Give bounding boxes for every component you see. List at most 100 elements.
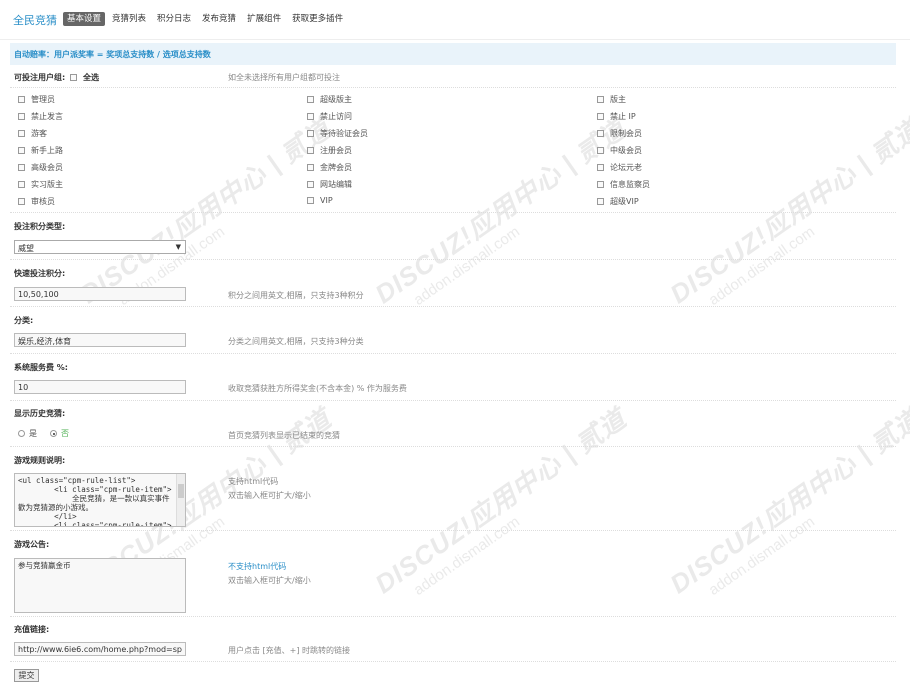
group-checkbox[interactable] <box>18 96 25 103</box>
group-option[interactable]: 游客 <box>18 128 63 145</box>
tab-extensions[interactable]: 扩展组件 <box>243 12 285 26</box>
group-option[interactable]: 注册会员 <box>307 145 368 162</box>
group-option[interactable]: 禁止 IP <box>597 111 650 128</box>
announcement-label: 游戏公告: <box>14 540 50 549</box>
group-option[interactable]: 审核员 <box>18 196 63 213</box>
credit-type-row: 投注积分类型: 威望 ▼ <box>10 213 896 260</box>
recharge-hint: 用户点击 [充值、+] 时跳转的链接 <box>228 646 351 655</box>
group-checkbox[interactable] <box>307 181 314 188</box>
tab-bar: 基本设置 竞猜列表 积分日志 发布竞猜 扩展组件 获取更多插件 <box>63 12 350 26</box>
group-checkbox[interactable] <box>18 147 25 154</box>
service-fee-input[interactable]: 10 <box>14 380 186 394</box>
service-fee-label: 系统服务费 %: <box>14 363 68 372</box>
submit-button[interactable]: 提交 <box>14 669 39 682</box>
group-option[interactable]: 论坛元老 <box>597 162 650 179</box>
service-fee-row: 系统服务费 %: 10 收取竞猜获胜方所得奖金(不含本金) % 作为服务费 <box>10 354 896 401</box>
announcement-row: 游戏公告: 参与竞猜赢金币 不支持html代码 双击输入框可扩大/缩小 <box>10 531 896 617</box>
group-option[interactable]: 高级会员 <box>18 162 63 179</box>
credit-type-select[interactable]: 威望 ▼ <box>14 240 186 254</box>
credit-type-label: 投注积分类型: <box>14 222 66 231</box>
group-option[interactable]: 限制会员 <box>597 128 650 145</box>
group-checkbox[interactable] <box>597 198 604 205</box>
group-checkbox[interactable] <box>307 197 314 204</box>
chevron-down-icon: ▼ <box>175 243 181 251</box>
category-row: 分类: 娱乐,经济,体育 分类之间用英文,相隔，只支持3种分类 <box>10 307 896 354</box>
group-checkbox[interactable] <box>18 113 25 120</box>
history-hint: 首页竞猜列表显示已结束的竞猜 <box>228 431 340 440</box>
brand-title[interactable]: 全民竞猜 <box>13 12 57 28</box>
select-all-checkbox[interactable] <box>70 74 77 81</box>
history-no-option[interactable]: 否 <box>50 428 69 439</box>
history-no-radio[interactable] <box>50 430 57 437</box>
select-all-option[interactable]: 全选 <box>70 72 99 83</box>
group-option[interactable]: 管理员 <box>18 94 63 111</box>
scrollbar-thumb[interactable] <box>178 484 184 498</box>
group-option[interactable]: 超级VIP <box>597 196 650 213</box>
groups-header-row: 可投注用户组: 全选 如全未选择所有用户组都可投注 <box>10 66 896 88</box>
quick-credits-input[interactable]: 10,50,100 <box>14 287 186 301</box>
rules-html-hint: 支持html代码 <box>228 477 279 486</box>
groups-hint: 如全未选择所有用户组都可投注 <box>228 73 340 82</box>
category-hint: 分类之间用英文,相隔，只支持3种分类 <box>228 337 364 346</box>
groups-label: 可投注用户组: <box>14 73 66 82</box>
groups-column-1: 管理员 禁止发言 游客 新手上路 高级会员 实习版主 审核员 <box>18 94 63 213</box>
group-checkbox[interactable] <box>18 181 25 188</box>
group-checkbox[interactable] <box>18 198 25 205</box>
history-label: 显示历史竞猜: <box>14 409 66 418</box>
group-option[interactable]: 禁止访问 <box>307 111 368 128</box>
recharge-row: 充值链接: http://www.6ie6.com/home.php?mod=s… <box>10 617 896 662</box>
quick-credits-label: 快速投注积分: <box>14 269 66 278</box>
group-checkbox[interactable] <box>597 147 604 154</box>
group-option[interactable]: 金牌会员 <box>307 162 368 179</box>
rules-resize-hint: 双击输入框可扩大/缩小 <box>228 491 311 500</box>
service-fee-hint: 收取竞猜获胜方所得奖金(不含本金) % 作为服务费 <box>228 384 407 393</box>
announcement-textarea[interactable]: 参与竞猜赢金币 <box>14 558 186 613</box>
group-option[interactable]: 网站编辑 <box>307 179 368 196</box>
group-checkbox[interactable] <box>307 147 314 154</box>
recharge-label: 充值链接: <box>14 625 50 634</box>
announcement-resize-hint: 双击输入框可扩大/缩小 <box>228 576 311 585</box>
tab-credit-log[interactable]: 积分日志 <box>153 12 195 26</box>
scrollbar[interactable] <box>176 474 185 526</box>
group-option[interactable]: 实习版主 <box>18 179 63 196</box>
group-checkbox[interactable] <box>597 164 604 171</box>
group-option[interactable]: 中级会员 <box>597 145 650 162</box>
group-checkbox[interactable] <box>307 164 314 171</box>
tab-guess-list[interactable]: 竞猜列表 <box>108 12 150 26</box>
announcement-html-hint: 不支持html代码 <box>228 562 287 571</box>
category-label: 分类: <box>14 316 34 325</box>
quick-credits-hint: 积分之间用英文,相隔，只支持3种积分 <box>228 291 364 300</box>
quick-credits-row: 快速投注积分: 10,50,100 积分之间用英文,相隔，只支持3种积分 <box>10 260 896 307</box>
group-option[interactable]: 版主 <box>597 94 650 111</box>
group-checkbox[interactable] <box>307 130 314 137</box>
group-option[interactable]: 等待验证会员 <box>307 128 368 145</box>
tab-more-plugins[interactable]: 获取更多插件 <box>288 12 347 26</box>
group-checkbox[interactable] <box>597 96 604 103</box>
category-input[interactable]: 娱乐,经济,体育 <box>14 333 186 347</box>
groups-grid: 管理员 禁止发言 游客 新手上路 高级会员 实习版主 审核员 超级版主 禁止访问… <box>10 88 896 213</box>
group-checkbox[interactable] <box>597 181 604 188</box>
group-checkbox[interactable] <box>597 113 604 120</box>
group-option[interactable]: 信息监察员 <box>597 179 650 196</box>
group-checkbox[interactable] <box>597 130 604 137</box>
group-checkbox[interactable] <box>18 130 25 137</box>
group-option[interactable]: 新手上路 <box>18 145 63 162</box>
rules-label: 游戏规则说明: <box>14 456 66 465</box>
groups-column-3: 版主 禁止 IP 限制会员 中级会员 论坛元老 信息监察员 超级VIP <box>597 94 650 213</box>
tab-basic-settings[interactable]: 基本设置 <box>63 12 106 26</box>
rules-textarea[interactable]: <ul class="cpm-rule-list"> <li class="cp… <box>14 473 186 527</box>
group-option[interactable]: 禁止发言 <box>18 111 63 128</box>
odds-notice: 自动赔率：用户派奖率 = 奖项总支持数 / 选项总支持数 <box>10 43 896 65</box>
group-checkbox[interactable] <box>307 96 314 103</box>
group-option[interactable]: 超级版主 <box>307 94 368 111</box>
group-checkbox[interactable] <box>307 113 314 120</box>
top-nav: 全民竞猜 基本设置 竞猜列表 积分日志 发布竞猜 扩展组件 获取更多插件 <box>0 0 910 40</box>
recharge-url-input[interactable]: http://www.6ie6.com/home.php?mod=sp <box>14 642 186 656</box>
rules-row: 游戏规则说明: <ul class="cpm-rule-list"> <li c… <box>10 447 896 531</box>
history-row: 显示历史竞猜: 是 否 首页竞猜列表显示已结束的竞猜 <box>10 401 896 447</box>
history-yes-option[interactable]: 是 <box>18 428 37 439</box>
group-checkbox[interactable] <box>18 164 25 171</box>
tab-publish-guess[interactable]: 发布竞猜 <box>198 12 240 26</box>
history-yes-radio[interactable] <box>18 430 25 437</box>
group-option[interactable]: VIP <box>307 196 368 213</box>
